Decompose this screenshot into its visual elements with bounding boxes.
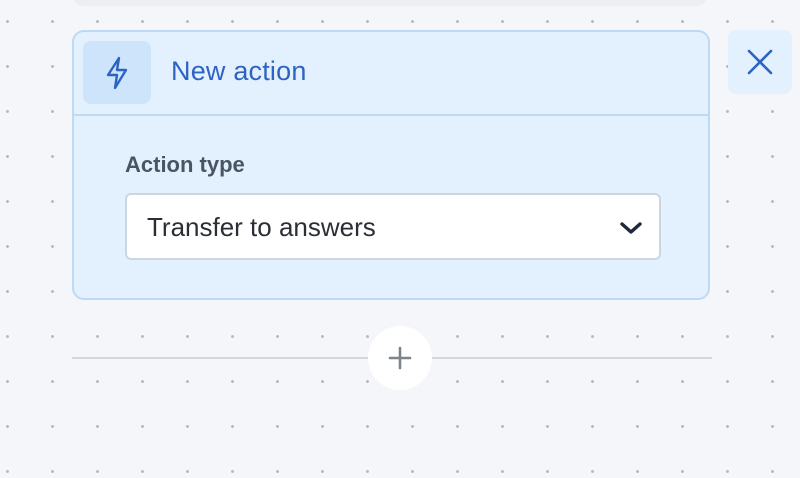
plus-icon bbox=[388, 346, 412, 370]
action-type-label: Action type bbox=[125, 152, 245, 177]
add-step-button[interactable] bbox=[368, 326, 432, 390]
action-type-selected-value: Transfer to answers bbox=[147, 212, 376, 242]
action-icon-box bbox=[83, 41, 151, 104]
card-header: New action bbox=[74, 32, 708, 116]
lightning-bolt-icon bbox=[106, 56, 128, 89]
close-icon bbox=[747, 49, 773, 75]
chevron-down-icon bbox=[620, 222, 642, 234]
card-title: New action bbox=[171, 56, 307, 86]
close-button[interactable] bbox=[728, 30, 792, 94]
action-type-select[interactable]: Transfer to answers bbox=[125, 193, 661, 260]
new-action-card: New action Action type Transfer to answe… bbox=[72, 30, 710, 300]
previous-step-card[interactable] bbox=[72, 0, 708, 6]
